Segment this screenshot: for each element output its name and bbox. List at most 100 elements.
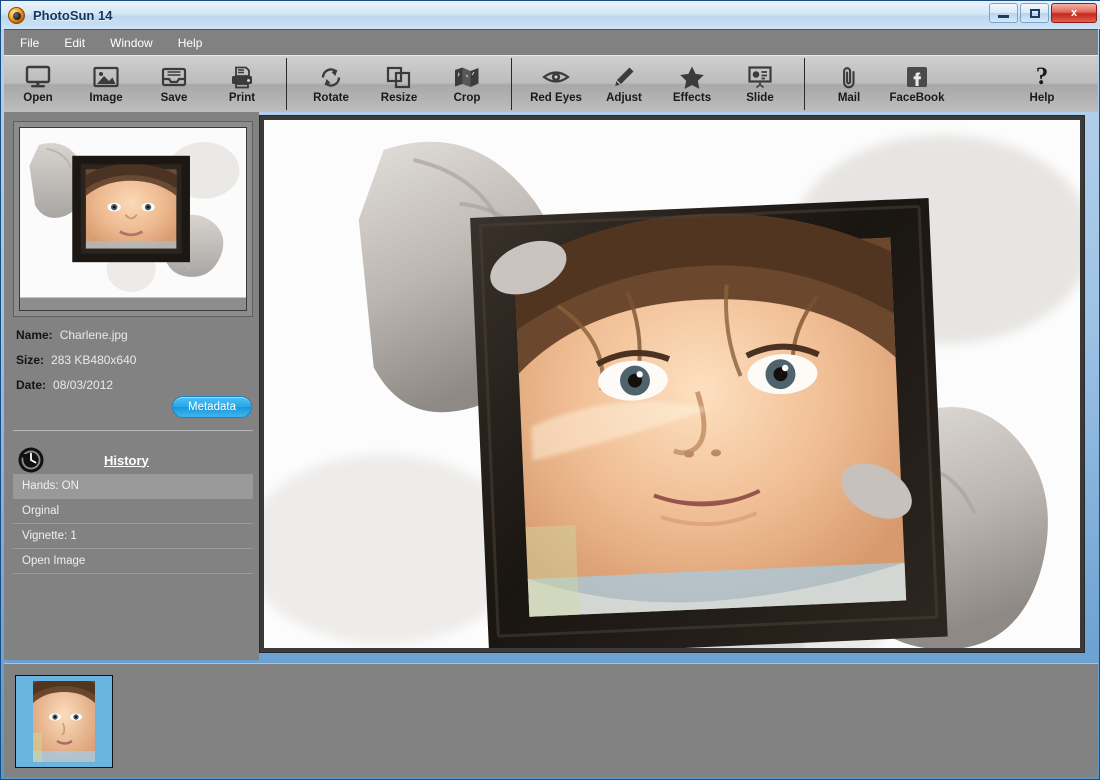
toolbar-separator [286, 58, 287, 110]
file-date-label: Date: [16, 378, 47, 392]
svg-text:?: ? [1036, 64, 1049, 90]
toolbar-group-edit: Red Eyes Adjust Effects Slide [522, 56, 794, 112]
toolbar-label-red-eyes: Red Eyes [530, 92, 582, 104]
camera-lens-icon [8, 6, 25, 24]
minimize-button[interactable] [989, 3, 1018, 23]
toolbar-label-open: Open [23, 92, 53, 104]
file-size-value: 283 KB [51, 353, 91, 367]
toolbar-label-help: Help [1029, 92, 1055, 104]
thumbnail-filmstrip[interactable] [4, 663, 1098, 777]
overlapping-squares-icon [386, 64, 412, 90]
toolbar-label-save: Save [160, 92, 188, 104]
file-size-label: Size: [16, 353, 45, 367]
file-size-row: Size: 283 KB 480x640 [16, 353, 252, 367]
toolbar-button-slide[interactable]: Slide [726, 58, 794, 111]
main-toolbar: Open Image Save Print Rotate Resize Crop… [4, 55, 1098, 112]
filmstrip-artwork [33, 681, 95, 762]
star-icon [679, 64, 705, 90]
menu-bar: File Edit Window Help [4, 29, 1098, 55]
image-canvas-panel [259, 115, 1085, 653]
history-item-open-image[interactable]: Open Image [13, 549, 253, 574]
history-header: History [16, 442, 252, 478]
toolbar-label-crop: Crop [453, 92, 481, 104]
history-item-orginal[interactable]: Orginal [13, 499, 253, 524]
toolbar-button-print[interactable]: Print [208, 58, 276, 111]
close-button[interactable]: x [1051, 3, 1097, 23]
toolbar-button-mail[interactable]: Mail [815, 58, 883, 111]
metadata-button[interactable]: Metadata [172, 396, 252, 418]
question-mark-icon: ? [1032, 64, 1052, 90]
history-title: History [104, 452, 149, 468]
menu-item-file[interactable]: File [20, 36, 39, 50]
file-name-value: Charlene.jpg [59, 328, 128, 342]
toolbar-button-image[interactable]: Image [72, 58, 140, 111]
file-date-row: Date: 08/03/2012 [16, 378, 252, 392]
toolbar-group-help: ? Help [1008, 56, 1076, 112]
toolbar-button-crop[interactable]: Crop [433, 58, 501, 111]
toolbar-button-adjust[interactable]: Adjust [590, 58, 658, 111]
history-list: Hands: ON Orginal Vignette: 1 Open Image [13, 474, 253, 574]
window-controls: x [989, 3, 1097, 23]
eye-icon [542, 64, 570, 90]
toolbar-button-facebook[interactable]: FaceBook [883, 58, 951, 111]
menu-item-window[interactable]: Window [110, 36, 153, 50]
title-bar: PhotoSun 14 x [1, 1, 1100, 29]
left-sidebar: Name: Charlene.jpg Size: 283 KB 480x640 … [4, 112, 259, 660]
folded-map-icon [453, 64, 481, 90]
toolbar-button-help[interactable]: ? Help [1008, 58, 1076, 111]
presentation-board-icon [747, 64, 773, 90]
maximize-button[interactable] [1020, 3, 1049, 23]
menu-item-help[interactable]: Help [178, 36, 203, 50]
preview-thumbnail[interactable] [13, 121, 253, 317]
toolbar-group-transform: Rotate Resize Crop [297, 56, 501, 112]
toolbar-label-slide: Slide [746, 92, 774, 104]
inbox-tray-icon [161, 64, 187, 90]
application-window: PhotoSun 14 x File Edit Window Help Open… [0, 0, 1100, 780]
history-item-vignette[interactable]: Vignette: 1 [13, 524, 253, 549]
toolbar-label-effects: Effects [672, 92, 712, 104]
minimize-icon [998, 15, 1009, 18]
toolbar-separator [804, 58, 805, 110]
window-title: PhotoSun 14 [33, 7, 113, 23]
toolbar-button-save[interactable]: Save [140, 58, 208, 111]
pencil-icon [612, 64, 636, 90]
clock-rewind-icon [16, 445, 46, 475]
toolbar-group-share: Mail FaceBook [815, 56, 951, 112]
toolbar-button-red-eyes[interactable]: Red Eyes [522, 58, 590, 111]
toolbar-group-file: Open Image Save Print [4, 56, 276, 112]
toolbar-label-print: Print [228, 92, 256, 104]
toolbar-label-mail: Mail [837, 92, 861, 104]
picture-icon [93, 64, 119, 90]
menu-item-edit[interactable]: Edit [64, 36, 85, 50]
file-date-value: 08/03/2012 [53, 378, 114, 392]
printer-icon [229, 64, 255, 90]
toolbar-button-rotate[interactable]: Rotate [297, 58, 365, 111]
maximize-icon [1029, 8, 1040, 18]
toolbar-label-rotate: Rotate [313, 92, 349, 104]
history-item-hands[interactable]: Hands: ON [13, 474, 253, 499]
toolbar-button-effects[interactable]: Effects [658, 58, 726, 111]
filmstrip-thumbnail-image [33, 681, 95, 762]
preview-thumbnail-image [19, 127, 247, 311]
preview-artwork [20, 128, 246, 298]
toolbar-label-adjust: Adjust [606, 92, 642, 104]
toolbar-label-resize: Resize [380, 92, 418, 104]
toolbar-label-facebook: FaceBook [889, 92, 945, 104]
toolbar-button-resize[interactable]: Resize [365, 58, 433, 111]
close-icon: x [1070, 7, 1078, 19]
monitor-icon [25, 64, 51, 90]
rotate-arrows-icon [318, 64, 344, 90]
filmstrip-thumbnail-1[interactable] [15, 675, 113, 768]
main-image[interactable] [264, 120, 1080, 648]
toolbar-label-image: Image [89, 92, 123, 104]
main-artwork [264, 120, 1080, 648]
toolbar-button-open[interactable]: Open [4, 58, 72, 111]
facebook-f-icon [905, 64, 929, 90]
paperclip-icon [839, 64, 859, 90]
sidebar-divider [13, 430, 253, 431]
file-info-panel: Name: Charlene.jpg Size: 283 KB 480x640 … [16, 328, 252, 403]
toolbar-separator [511, 58, 512, 110]
file-dimensions-value: 480x640 [90, 353, 137, 367]
file-name-row: Name: Charlene.jpg [16, 328, 252, 342]
file-name-label: Name: [16, 328, 53, 342]
